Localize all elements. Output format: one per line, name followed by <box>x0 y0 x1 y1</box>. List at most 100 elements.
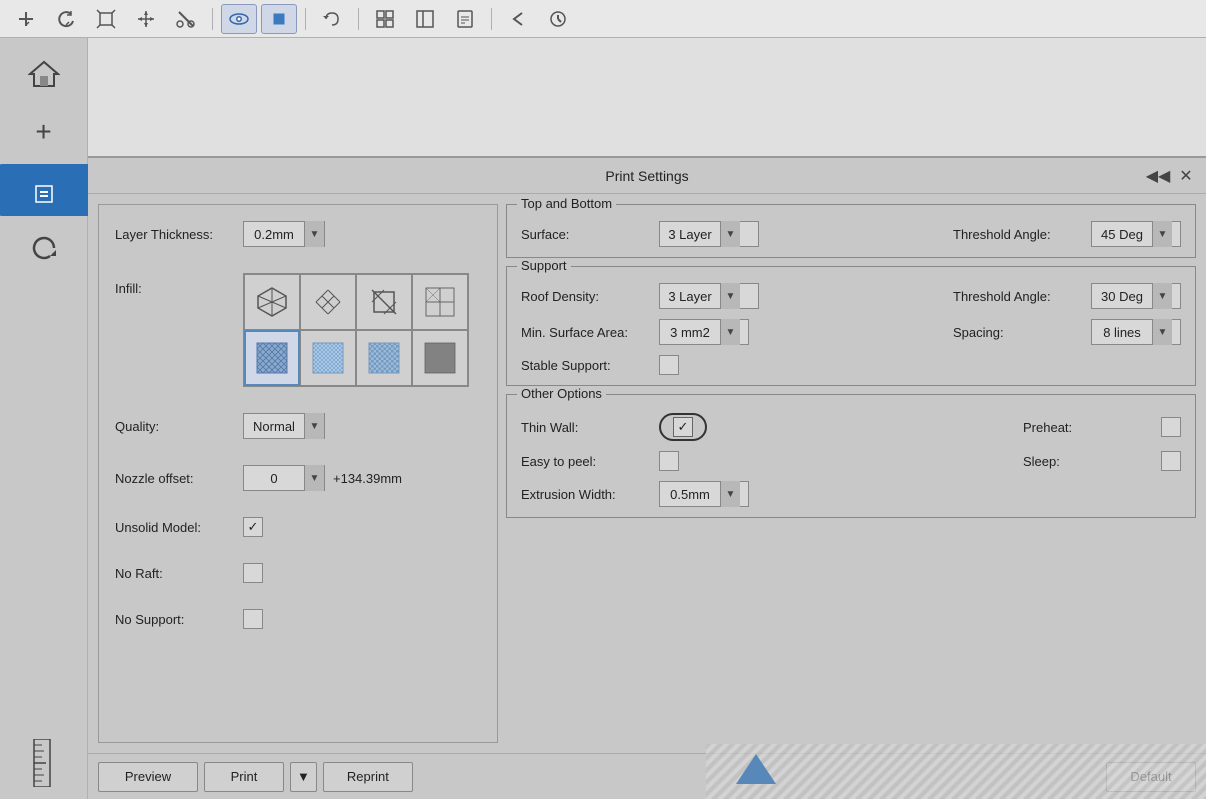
roof-density-row: Roof Density: 3 Layer ▼ Threshold Angle:… <box>521 283 1181 309</box>
toolbar-undo-btn[interactable] <box>314 4 350 34</box>
toolbar-move-btn[interactable] <box>128 4 164 34</box>
toolbar-panel-btn[interactable] <box>407 4 443 34</box>
surface-label: Surface: <box>521 227 651 242</box>
separator-2 <box>305 8 306 30</box>
quality-row: Quality: Normal ▼ <box>115 413 481 439</box>
preheat-checkbox[interactable] <box>1161 417 1181 437</box>
infill-pattern-1[interactable] <box>300 274 356 330</box>
roof-density-arrow[interactable]: ▼ <box>720 283 740 309</box>
min-surface-arrow[interactable]: ▼ <box>720 319 740 345</box>
other-options-section: Other Options Thin Wall: Preheat: Easy <box>506 394 1196 518</box>
layer-thickness-arrow[interactable]: ▼ <box>304 221 324 247</box>
toolbar-grid-btn[interactable] <box>367 4 403 34</box>
support-threshold-arrow[interactable]: ▼ <box>1152 283 1172 309</box>
quality-select[interactable]: Normal ▼ <box>243 413 325 439</box>
spacing-label: Spacing: <box>953 325 1083 340</box>
nozzle-offset-row: Nozzle offset: 0 ▼ +134.39mm <box>115 465 481 491</box>
right-panel: Top and Bottom Surface: 3 Layer ▼ Thresh… <box>506 204 1196 743</box>
infill-pattern-4[interactable] <box>244 330 300 386</box>
sidebar-print-btn[interactable] <box>0 164 90 216</box>
infill-pattern-6[interactable] <box>356 330 412 386</box>
infill-pattern-3[interactable] <box>412 274 468 330</box>
dialog-close-btn[interactable]: ✕ <box>1174 164 1198 188</box>
support-threshold-select[interactable]: 30 Deg ▼ <box>1091 283 1181 309</box>
extrusion-width-arrow[interactable]: ▼ <box>720 481 740 507</box>
print-btn[interactable]: Print <box>204 762 284 792</box>
left-sidebar: + <box>0 38 88 799</box>
toolbar-add-btn[interactable] <box>8 4 44 34</box>
spacing-value: 8 lines <box>1092 325 1152 340</box>
thin-wall-checkbox[interactable] <box>673 417 693 437</box>
infill-pattern-7[interactable] <box>412 330 468 386</box>
dialog-body: Layer Thickness: 0.2mm ▼ Infill: <box>88 194 1206 753</box>
top-threshold-select[interactable]: 45 Deg ▼ <box>1091 221 1181 247</box>
sleep-checkbox[interactable] <box>1161 451 1181 471</box>
layer-thickness-select[interactable]: 0.2mm ▼ <box>243 221 325 247</box>
nozzle-offset-value: 0 <box>244 471 304 486</box>
infill-label: Infill: <box>115 281 235 296</box>
unsolid-model-row: Unsolid Model: <box>115 517 481 537</box>
dialog-titlebar: Print Settings ◀◀ ✕ <box>88 158 1206 194</box>
toolbar-refresh-btn[interactable] <box>540 4 576 34</box>
extrusion-width-value: 0.5mm <box>660 487 720 502</box>
support-threshold-label: Threshold Angle: <box>953 289 1083 304</box>
sidebar-add-btn[interactable]: + <box>14 106 74 158</box>
infill-pattern-5[interactable] <box>300 330 356 386</box>
roof-density-select[interactable]: 3 Layer ▼ <box>659 283 759 309</box>
nozzle-offset-extra: +134.39mm <box>333 471 402 486</box>
preview-btn[interactable]: Preview <box>98 762 198 792</box>
toolbar-rotate-btn[interactable] <box>48 4 84 34</box>
extrusion-width-select[interactable]: 0.5mm ▼ <box>659 481 749 507</box>
infill-pattern-0[interactable] <box>244 274 300 330</box>
stable-support-checkbox[interactable] <box>659 355 679 375</box>
surface-select[interactable]: 3 Layer ▼ <box>659 221 759 247</box>
toolbar-view-btn[interactable] <box>221 4 257 34</box>
print-settings-dialog: Print Settings ◀◀ ✕ Layer Thickness: 0.2… <box>88 158 1206 799</box>
toolbar-cut-btn[interactable] <box>168 4 204 34</box>
layer-thickness-label: Layer Thickness: <box>115 227 235 242</box>
sidebar-ruler-btn[interactable] <box>14 737 74 789</box>
nozzle-offset-arrow[interactable]: ▼ <box>304 465 324 491</box>
infill-pattern-2[interactable] <box>356 274 412 330</box>
toolbar-back-btn[interactable] <box>500 4 536 34</box>
no-support-checkbox[interactable] <box>243 609 263 629</box>
min-surface-select[interactable]: 3 mm2 ▼ <box>659 319 749 345</box>
thin-wall-highlight[interactable] <box>659 413 707 441</box>
separator-1 <box>212 8 213 30</box>
top-threshold-arrow[interactable]: ▼ <box>1152 221 1172 247</box>
min-surface-label: Min. Surface Area: <box>521 325 651 340</box>
no-raft-checkbox[interactable] <box>243 563 263 583</box>
unsolid-model-label: Unsolid Model: <box>115 520 235 535</box>
print-arrow-btn[interactable]: ▼ <box>290 762 317 792</box>
thin-wall-label: Thin Wall: <box>521 420 651 435</box>
reprint-btn[interactable]: Reprint <box>323 762 413 792</box>
easy-to-peel-checkbox[interactable] <box>659 451 679 471</box>
no-support-label: No Support: <box>115 612 235 627</box>
spacing-select[interactable]: 8 lines ▼ <box>1091 319 1181 345</box>
quality-label: Quality: <box>115 419 235 434</box>
stable-support-label: Stable Support: <box>521 358 651 373</box>
sleep-label: Sleep: <box>1023 454 1153 469</box>
toolbar-file-btn[interactable] <box>447 4 483 34</box>
top-toolbar <box>0 0 1206 38</box>
surface-arrow[interactable]: ▼ <box>720 221 740 247</box>
toolbar-object-btn[interactable] <box>261 4 297 34</box>
unsolid-model-checkbox[interactable] <box>243 517 263 537</box>
top-threshold-value: 45 Deg <box>1092 227 1152 242</box>
spacing-arrow[interactable]: ▼ <box>1152 319 1172 345</box>
sidebar-home-btn[interactable] <box>14 48 74 100</box>
layer-thickness-row: Layer Thickness: 0.2mm ▼ <box>115 221 481 247</box>
nozzle-offset-select[interactable]: 0 ▼ <box>243 465 325 491</box>
top-threshold-label: Threshold Angle: <box>953 227 1083 242</box>
quality-arrow[interactable]: ▼ <box>304 413 324 439</box>
main-area: Print Settings ◀◀ ✕ Layer Thickness: 0.2… <box>88 38 1206 799</box>
dialog-back-btn[interactable]: ◀◀ <box>1146 164 1170 188</box>
nozzle-offset-label: Nozzle offset: <box>115 471 235 486</box>
no-raft-row: No Raft: <box>115 563 481 583</box>
support-threshold-value: 30 Deg <box>1092 289 1152 304</box>
no-support-row: No Support: <box>115 609 481 629</box>
toolbar-scale-btn[interactable] <box>88 4 124 34</box>
extrusion-width-label: Extrusion Width: <box>521 487 651 502</box>
surface-value: 3 Layer <box>660 227 720 242</box>
sidebar-refresh-btn[interactable] <box>14 222 74 274</box>
